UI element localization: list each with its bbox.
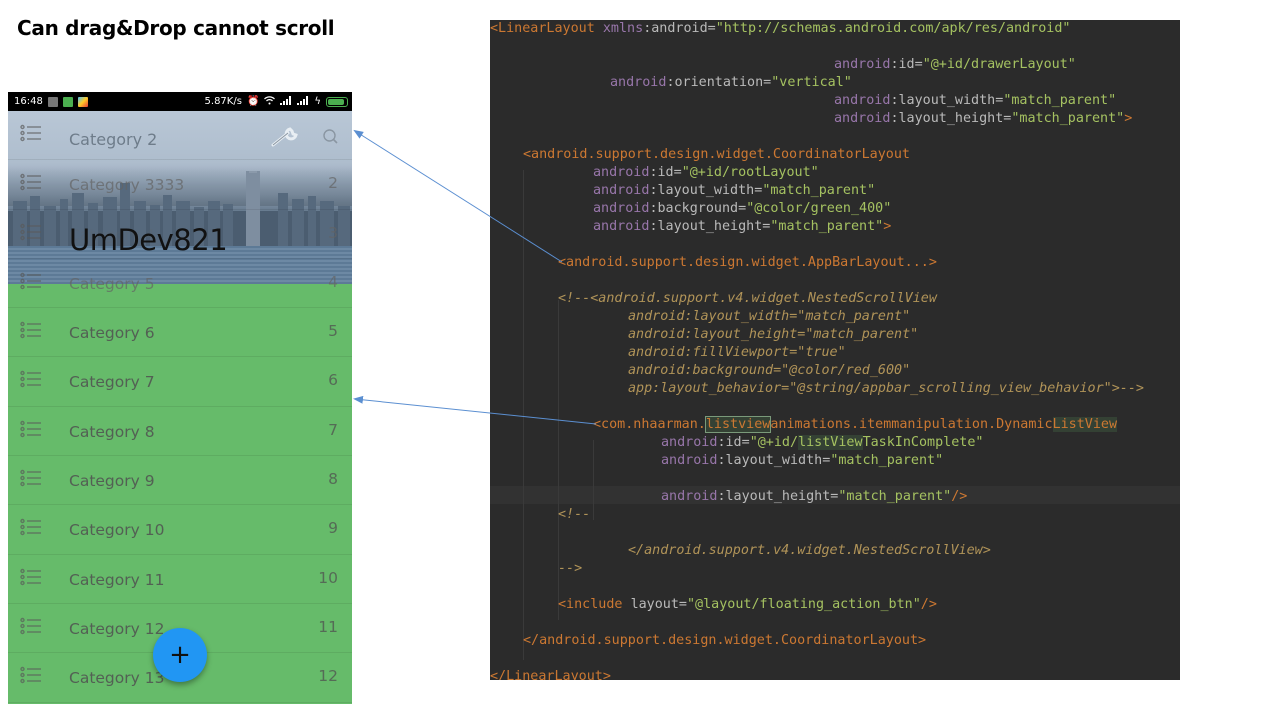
- list-item-count: 6: [328, 371, 338, 390]
- code-line: android:id="@+id/listViewTaskInComplete": [661, 435, 984, 450]
- list-item-count: 5: [328, 322, 338, 341]
- phone-screenshot: 16:48 5.87K/s ⏰ ϟ Category 2 UmDev821 Ca…: [8, 92, 352, 704]
- list-item[interactable]: Category 10 9: [8, 505, 352, 555]
- code-line: android:fillViewport="true": [628, 345, 846, 360]
- drag-handle-icon[interactable]: [20, 666, 42, 684]
- code-line: android:background="@color/red_600": [628, 363, 911, 378]
- code-line: <LinearLayout xmlns:android="http://sche…: [490, 21, 1071, 36]
- code-line: android:id="@+id/drawerLayout": [834, 57, 1076, 72]
- list-item-name: Category 13: [69, 669, 165, 688]
- status-time: 16:48: [14, 96, 43, 107]
- list-item-count: 11: [318, 617, 338, 636]
- code-line: <!--: [558, 507, 591, 522]
- code-line: <com.nhaarman.listviewanimations.itemman…: [593, 416, 1118, 433]
- alarm-icon: ⏰: [246, 96, 260, 107]
- signal-icon: [280, 95, 292, 108]
- toolbar-actions: [270, 126, 340, 153]
- list-item[interactable]: Category 3333 2: [8, 160, 352, 210]
- android-icon: [62, 96, 73, 107]
- list-item-name: Category 3333: [69, 176, 185, 195]
- list-item-name: Category 8: [69, 422, 155, 441]
- code-line: android:layout_height="match_parent">: [834, 111, 1133, 126]
- list-item-name: Category 7: [69, 373, 155, 392]
- status-bar: 16:48 5.87K/s ⏰ ϟ: [8, 92, 352, 111]
- list-item-count: 4: [328, 272, 338, 291]
- list-item-name: Category 9: [69, 472, 155, 491]
- drag-handle-icon[interactable]: [20, 173, 42, 191]
- toolbar-title: Category 2: [69, 130, 158, 149]
- net-speed: 5.87K/s: [204, 96, 242, 107]
- plus-icon: +: [169, 640, 191, 670]
- drag-handle-icon[interactable]: [20, 420, 42, 438]
- code-line: <!--<android.support.v4.widget.NestedScr…: [558, 291, 937, 306]
- code-line: android:id="@+id/rootLayout": [593, 165, 819, 180]
- gallery-icon: [47, 96, 58, 107]
- code-line: </android.support.design.widget.Coordina…: [523, 633, 927, 648]
- code-line: <include layout="@layout/floating_action…: [558, 597, 937, 612]
- signal-icon: [297, 95, 309, 108]
- wrench-icon[interactable]: [270, 126, 300, 153]
- list-item-name: Category 11: [69, 570, 165, 589]
- drag-handle-icon[interactable]: [20, 223, 42, 241]
- add-fab-button[interactable]: +: [153, 628, 207, 682]
- code-line: android:layout_height="match_parent": [628, 327, 919, 342]
- list-item-count: 12: [318, 667, 338, 686]
- list-item[interactable]: Category 8 7: [8, 407, 352, 457]
- list-item-name: Category 12: [69, 619, 165, 638]
- category-list[interactable]: Category 3333 2 Category 4 3 Category 5 4 Cate…: [8, 111, 352, 703]
- code-line: <android.support.design.widget.AppBarLay…: [558, 255, 937, 270]
- list-item-count: 10: [318, 568, 338, 587]
- code-editor[interactable]: <LinearLayout xmlns:android="http://sche…: [490, 20, 1180, 680]
- search-icon[interactable]: [322, 128, 340, 151]
- code-line: </LinearLayout>: [490, 669, 611, 680]
- wifi-icon: [264, 95, 276, 108]
- list-item[interactable]: Category 5 4: [8, 259, 352, 309]
- drag-handle-icon[interactable]: [20, 617, 42, 635]
- code-line: android:layout_height="match_parent">: [593, 219, 892, 234]
- list-item[interactable]: Category 9 8: [8, 456, 352, 506]
- code-line: android:layout_width="match_parent": [628, 309, 911, 324]
- list-item-count: 3: [328, 223, 338, 242]
- list-item[interactable]: Category 6 5: [8, 308, 352, 358]
- code-line: </android.support.v4.widget.NestedScroll…: [628, 543, 991, 558]
- list-item[interactable]: Category 11 10: [8, 555, 352, 604]
- drag-handle-icon[interactable]: [20, 124, 42, 142]
- drag-handle-icon[interactable]: [20, 469, 42, 487]
- code-line: android:background="@color/green_400": [593, 201, 892, 216]
- slide-title: Can drag&Drop cannot scroll: [17, 16, 335, 40]
- list-item-name: Category 5: [69, 274, 155, 293]
- code-line: android:layout_width="match_parent": [834, 93, 1117, 108]
- list-item-count: 7: [328, 420, 338, 439]
- list-item-count: 2: [328, 174, 338, 193]
- code-line: android:orientation="vertical": [610, 75, 852, 90]
- list-item-count: 9: [328, 519, 338, 538]
- list-item-name: Category 6: [69, 324, 155, 343]
- code-line: -->: [558, 561, 583, 576]
- drag-handle-icon[interactable]: [20, 370, 42, 388]
- code-line: android:layout_height="match_parent"/>: [661, 489, 968, 504]
- charging-icon: ϟ: [314, 96, 321, 107]
- code-line: <android.support.design.widget.Coordinat…: [523, 147, 910, 162]
- code-line: android:layout_width="match_parent": [593, 183, 876, 198]
- drag-handle-icon[interactable]: [20, 321, 42, 339]
- drag-handle-icon[interactable]: [20, 518, 42, 536]
- user-name: UmDev821: [69, 223, 228, 257]
- code-line: android:layout_width="match_parent": [661, 453, 944, 468]
- drag-handle-icon[interactable]: [20, 568, 42, 586]
- drag-handle-icon[interactable]: [20, 272, 42, 290]
- battery-icon: [326, 96, 348, 107]
- play-store-icon: [77, 96, 88, 107]
- list-item[interactable]: Category 7 6: [8, 357, 352, 407]
- list-item-count: 8: [328, 470, 338, 489]
- list-item-name: Category 10: [69, 521, 165, 540]
- code-line: app:layout_behavior="@string/appbar_scro…: [628, 381, 1144, 396]
